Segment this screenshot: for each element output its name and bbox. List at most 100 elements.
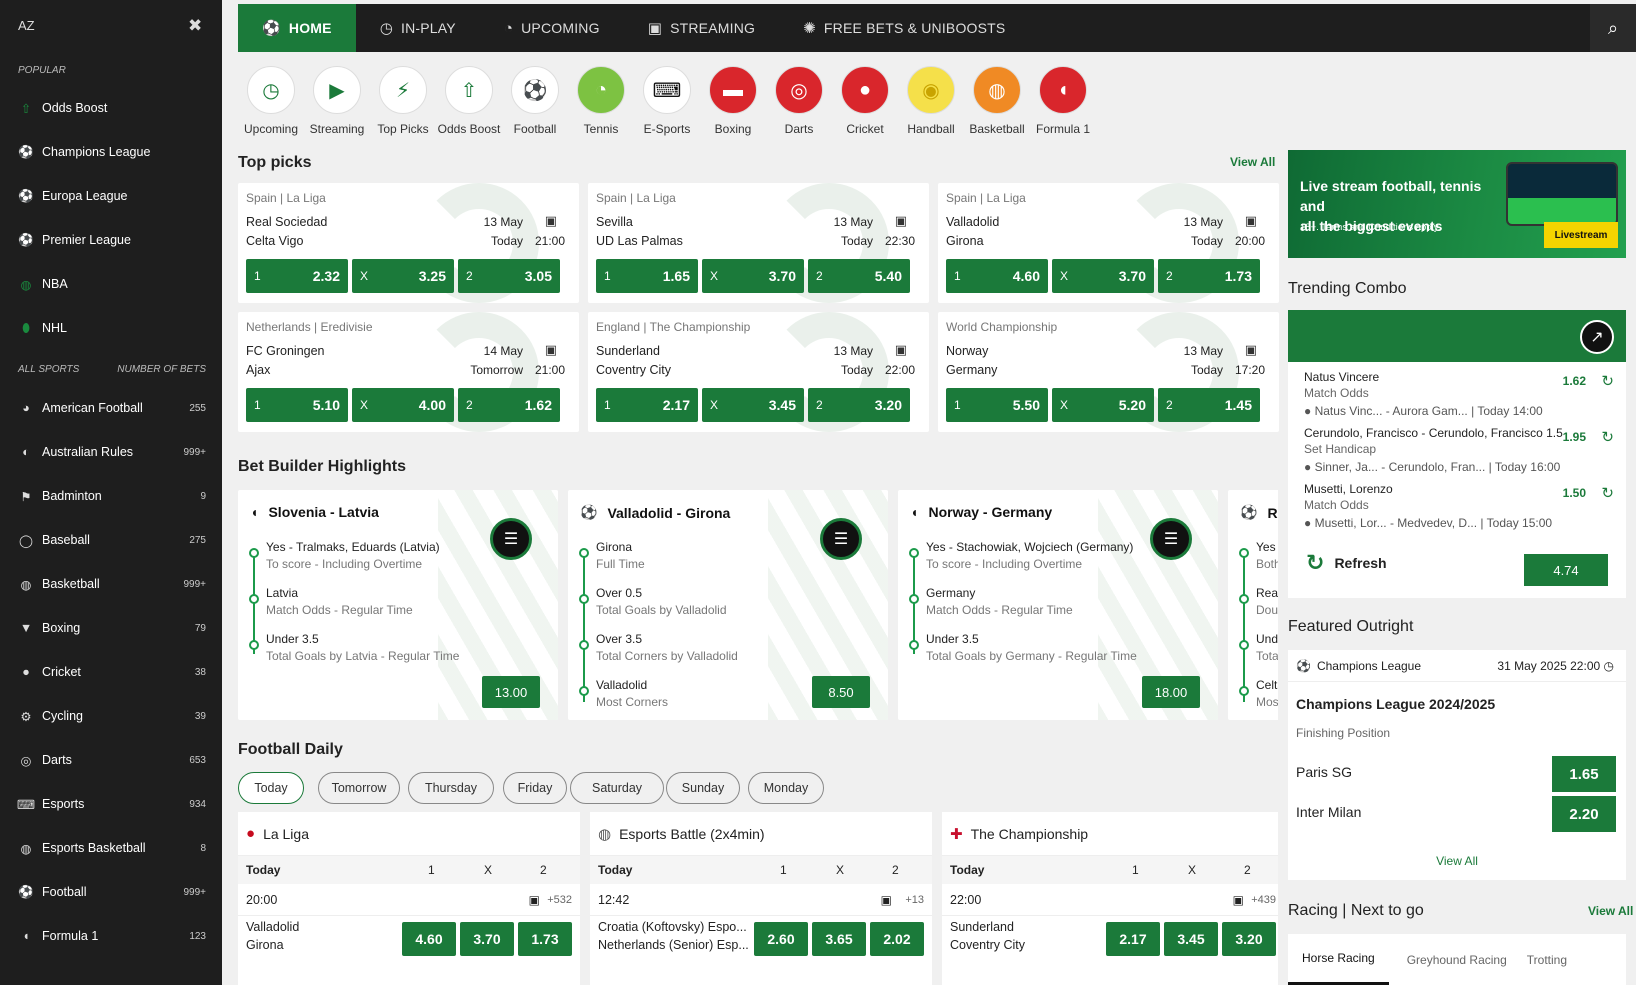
- swap-icon[interactable]: ↻: [1601, 372, 1614, 390]
- combo-event-text: Natus Vinc... - Aurora Gam... | Today 14…: [1314, 404, 1543, 418]
- odds-group: 2.17 3.45 3.20: [1106, 922, 1276, 956]
- sidebar-item-sport[interactable]: ◍ Esports Basketball 8: [0, 826, 222, 870]
- column-label: X: [836, 863, 845, 877]
- sidebar-item-sport[interactable]: ⚙ Cycling 39: [0, 694, 222, 738]
- search-button[interactable]: ⌕: [1590, 4, 1636, 52]
- tab-trotting[interactable]: Trotting: [1525, 934, 1569, 985]
- sidebar-item-label: Cricket: [42, 665, 81, 679]
- match-row[interactable]: Valladolid Girona 4.60 3.70 1.73: [238, 916, 580, 960]
- home-team: Sunderland: [950, 920, 1014, 934]
- swap-icon[interactable]: ↻: [1601, 484, 1614, 502]
- az-sort-icon[interactable]: AZ: [18, 18, 35, 33]
- combo-event: ● Natus Vinc... - Aurora Gam... | Today …: [1304, 404, 1543, 418]
- globe-icon: ◍: [598, 825, 612, 843]
- sidebar: AZ ✖ POPULAR ⇧ Odds Boost ⚽ Champions Leagu…: [0, 0, 222, 985]
- sidebar-item-sport[interactable]: ◎ Darts 653: [0, 738, 222, 782]
- sport-icon: ●: [1304, 460, 1315, 474]
- sidebar-item-popular[interactable]: ⚽ Europa League: [0, 174, 222, 218]
- sidebar-item-label: NBA: [42, 277, 68, 291]
- combo-leg: Natus Vincere Match Odds ● Natus Vinc... -…: [1304, 370, 1543, 418]
- combo-event-text: Sinner, Ja... - Cerundolo, Fran... | Tod…: [1314, 460, 1561, 474]
- tab-greyhound-racing[interactable]: Greyhound Racing: [1405, 934, 1509, 985]
- odds-button[interactable]: 3.70: [460, 922, 514, 956]
- odds-button[interactable]: 1.73: [518, 922, 572, 956]
- sidebar-item-count: 999+: [183, 578, 206, 590]
- basketball-icon: ◍: [20, 277, 32, 292]
- day-label: Today: [598, 863, 633, 877]
- sidebar-item-sport[interactable]: ◍ Basketball 999+: [0, 562, 222, 606]
- combo-selection: Cerundolo, Francisco - Cerundolo, Franci…: [1304, 426, 1563, 440]
- sidebar-item-popular[interactable]: ⚽ Champions League: [0, 130, 222, 174]
- sidebar-item-sport[interactable]: ⚑ Badminton 9: [0, 474, 222, 518]
- tv-icon: ▣: [1232, 892, 1244, 907]
- sidebar-item-count: 8: [200, 842, 206, 854]
- trending-combo-header: ↗: [1288, 310, 1626, 362]
- livestream-banner[interactable]: Live stream football, tennis and all the …: [1288, 150, 1626, 258]
- outright-selection: Inter Milan: [1296, 804, 1362, 820]
- odds-button[interactable]: 2.02: [870, 922, 924, 956]
- pin-icon[interactable]: ✖: [188, 16, 202, 36]
- sidebar-item-sport[interactable]: ◯ Baseball 275: [0, 518, 222, 562]
- sport-icon: ●: [1304, 404, 1315, 418]
- football-icon: ⚽: [18, 188, 34, 203]
- combo-market: Match Odds: [1304, 498, 1369, 512]
- match-row[interactable]: Sunderland Coventry City 2.17 3.45 3.20: [942, 916, 1278, 960]
- column-label: X: [1188, 863, 1197, 877]
- competition-header[interactable]: ◍ Esports Battle (2x4min): [590, 812, 932, 856]
- sidebar-item-popular[interactable]: ⚽ Premier League: [0, 218, 222, 262]
- sport-icon: ◎: [20, 753, 32, 768]
- more-markets[interactable]: +439: [1251, 894, 1276, 906]
- sidebar-item-label: Champions League: [42, 145, 151, 159]
- tab-horse-racing[interactable]: Horse Racing: [1288, 934, 1389, 985]
- sidebar-item-sport[interactable]: ⌨ Esports 934: [0, 782, 222, 826]
- sidebar-item-count: 999+: [183, 886, 206, 898]
- combo-leg-odds: 1.62: [1562, 374, 1586, 388]
- sidebar-item-sport[interactable]: ⚽ Football 999+: [0, 870, 222, 914]
- match-row[interactable]: Croatia (Koftovsky) Espo... Netherlands (…: [590, 916, 932, 960]
- more-markets[interactable]: +532: [547, 894, 572, 906]
- number-of-bets-heading: NUMBER OF BETS: [117, 364, 206, 375]
- sport-icon: ▼: [19, 621, 33, 635]
- more-markets[interactable]: +13: [905, 894, 924, 906]
- sidebar-item-count: 275: [189, 534, 206, 546]
- racing-view-all[interactable]: View All: [1588, 904, 1633, 918]
- home-team: Valladolid: [246, 920, 300, 934]
- sidebar-item-sport[interactable]: ◖ Formula 1 123: [0, 914, 222, 958]
- livestream-button[interactable]: Livestream: [1544, 222, 1618, 248]
- featured-outright-title: Featured Outright: [1288, 618, 1414, 635]
- away-team: Girona: [246, 938, 284, 952]
- outright-view-all[interactable]: View All: [1288, 854, 1626, 868]
- odds-button[interactable]: 2.17: [1106, 922, 1160, 956]
- sidebar-item-sport[interactable]: ● Cricket 38: [0, 650, 222, 694]
- sidebar-item-popular[interactable]: ⇧ Odds Boost: [0, 86, 222, 130]
- odds-button[interactable]: 4.60: [402, 922, 456, 956]
- sidebar-item-label: Football: [42, 885, 87, 899]
- combo-total-odds[interactable]: 4.74: [1524, 554, 1608, 586]
- odds-button[interactable]: 3.65: [812, 922, 866, 956]
- sidebar-item-popular[interactable]: ◍ NBA: [0, 262, 222, 306]
- sport-icon: ◍: [20, 577, 32, 592]
- sidebar-item-sport[interactable]: ◐ Australian Rules 999+: [0, 430, 222, 474]
- odds-button[interactable]: 3.20: [1222, 922, 1276, 956]
- featured-outright-card: ⚽ Champions League 31 May 2025 22:00 ◷ C…: [1288, 650, 1626, 880]
- competition-header[interactable]: ● La Liga: [238, 812, 580, 856]
- column-header: Today 1 X 2: [942, 856, 1278, 884]
- combo-event: ● Musetti, Lor... - Medvedev, D... | Tod…: [1304, 516, 1552, 530]
- outright-selection: Paris SG: [1296, 764, 1353, 780]
- away-team: Netherlands (Senior) Esp...: [598, 938, 749, 952]
- competition-header[interactable]: ✚ The Championship: [942, 812, 1278, 856]
- sidebar-item-count: 39: [194, 710, 206, 722]
- trending-combo-title: Trending Combo: [1288, 280, 1407, 297]
- column-label: X: [484, 863, 493, 877]
- sidebar-item-popular[interactable]: ⬮ NHL: [0, 306, 222, 350]
- outright-odds-button[interactable]: 1.65: [1552, 756, 1616, 792]
- sidebar-item-sport[interactable]: ◕ American Football 255: [0, 386, 222, 430]
- match-time: 22:00: [950, 892, 982, 907]
- odds-button[interactable]: 2.60: [754, 922, 808, 956]
- sidebar-item-sport[interactable]: ▼ Boxing 79: [0, 606, 222, 650]
- refresh-button[interactable]: ↻ Refresh: [1306, 550, 1387, 576]
- odds-button[interactable]: 3.45: [1164, 922, 1218, 956]
- swap-icon[interactable]: ↻: [1601, 428, 1614, 446]
- sport-icon: ◖: [22, 929, 30, 943]
- outright-odds-button[interactable]: 2.20: [1552, 796, 1616, 832]
